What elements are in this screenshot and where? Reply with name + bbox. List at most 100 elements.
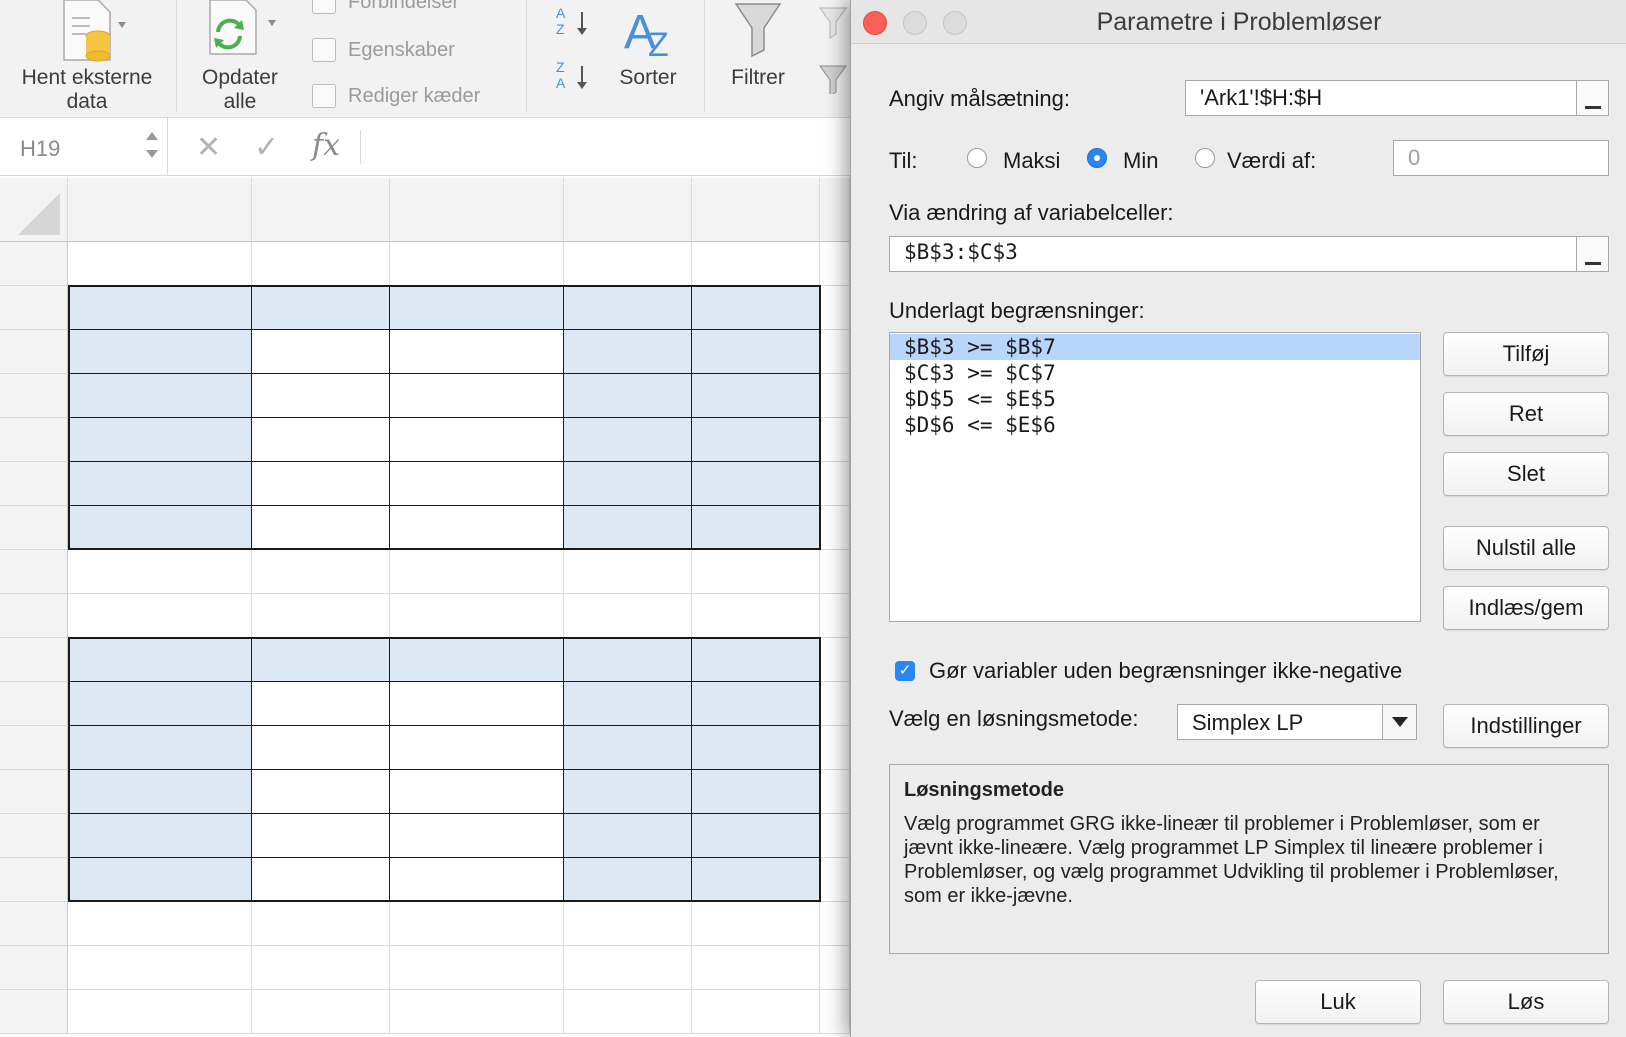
cell-A8[interactable] — [68, 550, 252, 594]
cell-D9[interactable] — [564, 594, 692, 638]
cell-F2[interactable] — [820, 286, 850, 330]
row-header-6[interactable] — [0, 462, 68, 506]
column-header-B[interactable] — [252, 178, 390, 242]
cell-B14[interactable] — [252, 814, 390, 858]
cell-F6[interactable] — [820, 462, 850, 506]
value-of-input[interactable]: 0 — [1393, 140, 1609, 176]
cell-A2[interactable] — [68, 286, 252, 330]
cell-E11[interactable] — [692, 682, 820, 726]
cell-C7[interactable] — [390, 506, 564, 550]
cell-E14[interactable] — [692, 814, 820, 858]
chevron-down-icon[interactable] — [1382, 705, 1416, 739]
cell-D11[interactable] — [564, 682, 692, 726]
reset-all-button[interactable]: Nulstil alle — [1443, 526, 1609, 570]
row-header-14[interactable] — [0, 814, 68, 858]
cell-D8[interactable] — [564, 550, 692, 594]
cell-B1[interactable] — [252, 242, 390, 286]
cell-D4[interactable] — [564, 374, 692, 418]
row-header-11[interactable] — [0, 682, 68, 726]
cell-C12[interactable] — [390, 726, 564, 770]
cell-F17[interactable] — [820, 946, 850, 990]
edit-links-button[interactable]: Rediger kæder — [312, 84, 480, 108]
cell-E13[interactable] — [692, 770, 820, 814]
cell-D7[interactable] — [564, 506, 692, 550]
cell-D15[interactable] — [564, 858, 692, 902]
row-header-12[interactable] — [0, 726, 68, 770]
cell-E18[interactable] — [692, 990, 820, 1034]
cell-F11[interactable] — [820, 682, 850, 726]
cell-B5[interactable] — [252, 418, 390, 462]
cell-B4[interactable] — [252, 374, 390, 418]
sort-descending-button[interactable]: Z A — [554, 58, 594, 94]
cell-C10[interactable] — [390, 638, 564, 682]
cell-E5[interactable] — [692, 418, 820, 462]
cell-C14[interactable] — [390, 814, 564, 858]
cell-A5[interactable] — [68, 418, 252, 462]
cell-D13[interactable] — [564, 770, 692, 814]
cell-F13[interactable] — [820, 770, 850, 814]
change-constraint-button[interactable]: Ret — [1443, 392, 1609, 436]
load-save-button[interactable]: Indlæs/gem — [1443, 586, 1609, 630]
constraint-item[interactable]: $B$3 >= $B$7 — [890, 334, 1420, 360]
row-header-4[interactable] — [0, 374, 68, 418]
cell-B10[interactable] — [252, 638, 390, 682]
constraint-item[interactable]: $D$5 <= $E$5 — [890, 386, 1420, 412]
cell-C9[interactable] — [390, 594, 564, 638]
cell-D18[interactable] — [564, 990, 692, 1034]
radio-max-option[interactable]: Maksi — [967, 144, 1079, 176]
constraints-listbox[interactable]: $B$3 >= $B$7 $C$3 >= $C$7 $D$5 <= $E$5 $D$6… — [889, 332, 1421, 622]
enter-icon[interactable]: ✓ — [254, 130, 279, 165]
radio-min[interactable] — [1087, 148, 1107, 168]
cell-B6[interactable] — [252, 462, 390, 506]
cell-A7[interactable] — [68, 506, 252, 550]
cell-E6[interactable] — [692, 462, 820, 506]
cell-E10[interactable] — [692, 638, 820, 682]
properties-button[interactable]: Egenskaber — [312, 38, 455, 62]
formula-input[interactable] — [362, 118, 850, 176]
radio-max[interactable] — [967, 148, 987, 168]
row-header-3[interactable] — [0, 330, 68, 374]
cell-B11[interactable] — [252, 682, 390, 726]
cell-C5[interactable] — [390, 418, 564, 462]
nonnegative-checkbox[interactable]: ✓ — [895, 661, 915, 681]
cell-E16[interactable] — [692, 902, 820, 946]
cell-B15[interactable] — [252, 858, 390, 902]
cell-A13[interactable] — [68, 770, 252, 814]
cell-D10[interactable] — [564, 638, 692, 682]
row-header-16[interactable] — [0, 902, 68, 946]
cell-D17[interactable] — [564, 946, 692, 990]
row-header-8[interactable] — [0, 550, 68, 594]
cell-F7[interactable] — [820, 506, 850, 550]
cell-F3[interactable] — [820, 330, 850, 374]
cell-D5[interactable] — [564, 418, 692, 462]
column-header-C[interactable] — [390, 178, 564, 242]
cell-F10[interactable] — [820, 638, 850, 682]
cell-B7[interactable] — [252, 506, 390, 550]
row-header-9[interactable] — [0, 594, 68, 638]
cell-B2[interactable] — [252, 286, 390, 330]
cell-B17[interactable] — [252, 946, 390, 990]
cell-C13[interactable] — [390, 770, 564, 814]
variable-cells-input[interactable]: $B$3:$C$3 — [889, 236, 1609, 272]
cell-C1[interactable] — [390, 242, 564, 286]
cell-E8[interactable] — [692, 550, 820, 594]
close-button[interactable]: Luk — [1255, 980, 1421, 1024]
cell-C2[interactable] — [390, 286, 564, 330]
range-picker-icon[interactable] — [1576, 237, 1608, 271]
column-header-D[interactable] — [564, 178, 692, 242]
cell-E2[interactable] — [692, 286, 820, 330]
cell-A10[interactable] — [68, 638, 252, 682]
cell-B16[interactable] — [252, 902, 390, 946]
solving-method-select[interactable]: Simplex LP — [1177, 704, 1417, 740]
cell-A6[interactable] — [68, 462, 252, 506]
cell-A15[interactable] — [68, 858, 252, 902]
get-external-data-button[interactable]: Hent eksterne data — [12, 0, 162, 113]
cell-C3[interactable] — [390, 330, 564, 374]
radio-value-of[interactable] — [1195, 148, 1215, 168]
cell-D1[interactable] — [564, 242, 692, 286]
cell-F15[interactable] — [820, 858, 850, 902]
cell-A4[interactable] — [68, 374, 252, 418]
cell-F12[interactable] — [820, 726, 850, 770]
name-box-stepper-icon[interactable] — [144, 128, 160, 162]
cancel-icon[interactable]: ✕ — [196, 130, 221, 165]
